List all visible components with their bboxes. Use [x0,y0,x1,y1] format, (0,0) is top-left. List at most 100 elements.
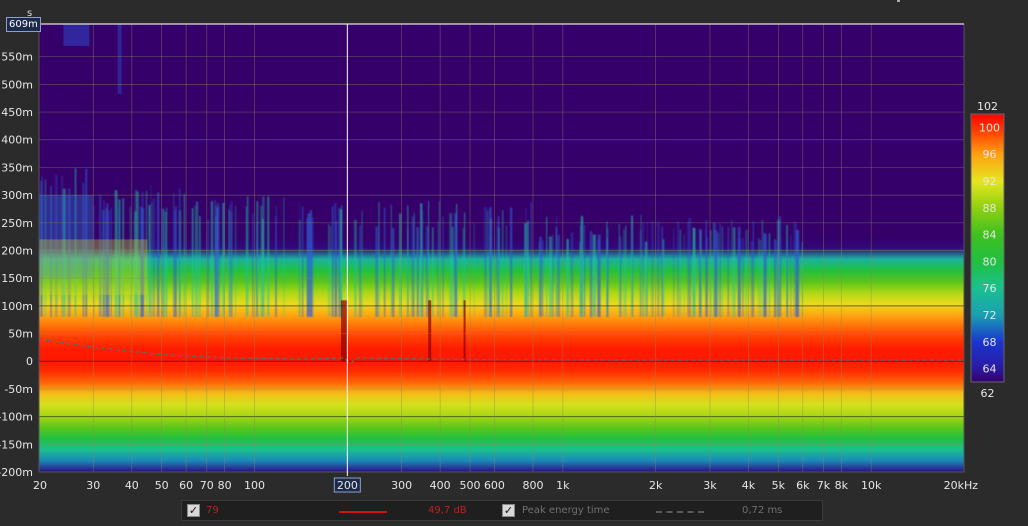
response-notch [340,300,347,362]
x-tick-label: 60 [179,479,193,492]
colorbar-tick-label: 68 [983,336,997,349]
decay-streak [619,236,622,317]
decay-streak [375,226,379,317]
colorbar-tick-label: 72 [983,309,997,322]
x-tick-label: 800 [522,479,543,492]
y-tick-label: 550m [1,51,33,64]
y-tick-label: 500m [1,78,33,91]
decay-streak [218,204,220,317]
decay-streak [183,193,186,317]
y-tick-label: -100m [0,411,33,424]
decay-streak [210,201,214,317]
decay-streak [195,201,199,317]
decay-streak [592,234,596,317]
decay-streak [231,201,233,317]
decay-streak [502,210,504,317]
x-tick-label: 5k [772,479,786,492]
x-tick-label: 500 [460,479,481,492]
decay-streak [338,207,341,317]
decay-streak [714,223,717,317]
y-tick-label: -150m [0,438,33,451]
decay-streak [199,216,201,317]
x-tick-label: 50 [155,479,169,492]
x-tick-label: 8k [835,479,849,492]
decay-streak [383,207,386,317]
x-tick-label: 10k [861,479,882,492]
decay-streak [222,202,225,317]
decay-streak [178,210,182,317]
decay-streak [546,216,548,317]
decay-streak [700,230,702,317]
x-tick-label: 2k [649,479,663,492]
colorbar-tick-label: 88 [983,202,997,215]
x-tick-label: 40 [125,479,139,492]
y-axis-labels: 550m 500m 450m 400m 350m 300m 250m 200m 150m 100m… [0,51,33,479]
colorbar-tick-label: 84 [983,229,997,242]
colorbar-max-label: 102 [977,100,998,113]
response-notch [463,300,466,362]
decay-streak [651,221,654,317]
peak-energy-checkbox[interactable]: ✓ [502,504,515,517]
decay-streak [166,207,168,317]
y-tick-label: -200m [0,466,33,479]
decay-streak [625,225,627,317]
trace-checkbox[interactable]: ✓ [187,504,200,517]
decay-streak [301,206,304,317]
colorbar-tick-label: 76 [983,282,997,295]
decay-streak [407,205,409,317]
x-tick-label: 400 [430,479,451,492]
decay-streak [194,205,196,317]
decay-streak [327,224,330,317]
decay-streak [581,216,584,317]
decay-streak [335,221,337,317]
decay-streak [589,231,593,317]
x-tick-label: 7k [817,479,831,492]
decay-streak [329,225,332,317]
y-max-readout[interactable]: 609m [6,17,41,32]
decay-streak [570,232,574,317]
decay-streak [752,221,755,317]
x-tick-label: 300 [391,479,412,492]
x-tick-label: 4k [742,479,756,492]
decay-streak [710,230,712,317]
decay-streak [505,225,508,317]
cursor-readout: 200 [337,479,358,492]
decay-streak [793,221,797,317]
decay-streak [557,234,560,317]
decay-streak [431,227,434,317]
y-tick-label: 450m [1,106,33,119]
decay-streak [525,207,527,317]
y-tick-label: 300m [1,189,33,202]
decay-streak [399,213,402,317]
decay-streak [298,203,300,317]
decay-streak [510,207,513,317]
decay-streak [341,205,343,317]
peak-line-sample [656,511,704,513]
decay-streak [262,196,265,317]
decay-streak [727,226,730,317]
decay-streak [229,204,231,317]
decay-streak [157,192,160,317]
decay-streak [442,216,444,317]
decay-streak [632,216,634,317]
decay-streak [705,230,707,317]
decay-streak [642,222,645,317]
decay-streak [148,205,151,317]
decay-streak [449,213,453,317]
decay-streak [527,220,529,317]
x-tick-label: 80 [218,479,232,492]
decay-streak [549,236,552,317]
colorbar-tick-label: 92 [983,175,997,188]
decay-streak [267,196,270,317]
decay-streak [421,210,424,317]
peak-energy-value: 0,72 ms [742,505,783,516]
decay-streak [683,234,685,317]
y-tick-label: 350m [1,161,33,174]
decay-streak [646,221,648,317]
decay-streak [412,217,415,317]
spectrogram-chart[interactable]: 550m 500m 450m 400m 350m 300m 250m 200m 150m 100m… [0,0,1028,526]
decay-streak [454,213,458,317]
decay-streak [745,229,748,317]
decay-streak [673,228,675,317]
decay-streak [473,223,475,317]
